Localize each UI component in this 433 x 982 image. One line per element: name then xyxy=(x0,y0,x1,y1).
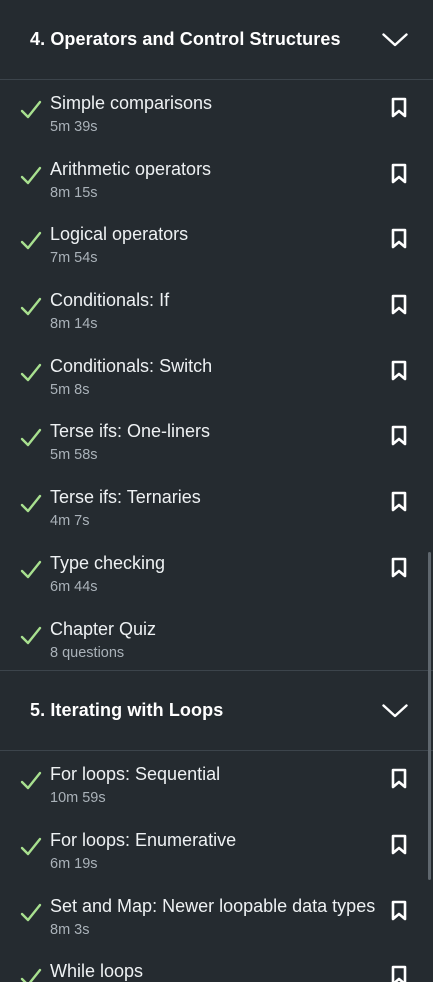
item-duration: 5m 8s xyxy=(50,381,90,398)
item-title: Conditionals: Switch xyxy=(50,355,213,376)
chapter-title: 4. Operators and Control Structures xyxy=(30,29,341,49)
checkmark-icon xyxy=(20,626,42,646)
item-duration: 5m 58s xyxy=(50,447,98,464)
list-item[interactable]: Arithmetic operators 8m 15s xyxy=(0,146,433,212)
item-title: Arithmetic operators xyxy=(50,158,212,179)
item-title: For loops: Sequential xyxy=(50,764,221,785)
item-title: While loops xyxy=(50,961,144,982)
checkmark-icon xyxy=(20,428,42,448)
bookmark-icon[interactable] xyxy=(390,768,408,790)
item-title: Set and Map: Newer loopable data types xyxy=(50,895,376,916)
list-item[interactable]: Simple comparisons 5m 39s xyxy=(0,80,433,146)
item-duration: 8m 15s xyxy=(50,184,98,201)
list-item[interactable]: For loops: Enumerative 6m 19s xyxy=(0,817,433,883)
bookmark-icon[interactable] xyxy=(390,163,408,185)
item-duration: 7m 54s xyxy=(50,250,98,267)
list-item[interactable]: Set and Map: Newer loopable data types 8… xyxy=(0,883,433,949)
checkmark-icon xyxy=(20,297,42,317)
list-item[interactable]: Type checking 6m 44s xyxy=(0,540,433,606)
item-title: Chapter Quiz xyxy=(50,618,157,639)
list-item[interactable]: For loops: Sequential 10m 59s xyxy=(0,751,433,817)
item-title: For loops: Enumerative xyxy=(50,829,237,850)
checkmark-icon xyxy=(20,560,42,580)
list-item[interactable]: Terse ifs: One-liners 5m 58s xyxy=(0,408,433,474)
list-item[interactable]: Conditionals: If 8m 14s xyxy=(0,277,433,343)
bookmark-icon[interactable] xyxy=(390,425,408,447)
list-item[interactable]: Chapter Quiz 8 questions xyxy=(0,606,433,672)
item-title: Terse ifs: One-liners xyxy=(50,421,211,442)
bookmark-icon[interactable] xyxy=(390,97,408,119)
chapter-title: 5. Iterating with Loops xyxy=(30,700,224,721)
item-duration: 8m 3s xyxy=(50,921,90,938)
list-item[interactable]: Conditionals: Switch 5m 8s xyxy=(0,343,433,409)
bookmark-icon[interactable] xyxy=(390,360,408,382)
scrollbar-thumb[interactable] xyxy=(428,552,431,880)
bookmark-icon[interactable] xyxy=(390,834,408,856)
checkmark-icon xyxy=(20,837,42,857)
item-title: Logical operators xyxy=(50,224,189,245)
checkmark-icon xyxy=(20,166,42,186)
chevron-down-icon[interactable] xyxy=(381,30,409,50)
list-item[interactable]: Logical operators 7m 54s xyxy=(0,211,433,277)
checkmark-icon xyxy=(20,100,42,120)
chapter-4: 4. Operators and Control Structures Simp… xyxy=(0,0,433,672)
item-duration: 6m 19s xyxy=(50,855,98,872)
bookmark-icon[interactable] xyxy=(390,491,408,513)
bookmark-icon[interactable] xyxy=(390,900,408,922)
chapter-header[interactable]: 4. Operators and Control Structures xyxy=(0,0,433,80)
list-item[interactable]: Terse ifs: Ternaries 4m 7s xyxy=(0,474,433,540)
item-duration: 5m 39s xyxy=(50,119,98,135)
checkmark-icon xyxy=(20,968,42,982)
item-duration: 6m 44s xyxy=(50,578,98,595)
item-question-count: 8 questions xyxy=(50,644,125,661)
bookmark-icon[interactable] xyxy=(390,228,408,250)
item-duration: 10m 59s xyxy=(50,790,106,807)
item-title: Type checking xyxy=(50,552,166,573)
item-title: Simple comparisons xyxy=(50,93,213,113)
bookmark-icon[interactable] xyxy=(390,294,408,316)
chevron-down-icon[interactable] xyxy=(381,701,409,721)
item-title: Conditionals: If xyxy=(50,290,170,311)
item-title: Terse ifs: Ternaries xyxy=(50,487,201,508)
checkmark-icon xyxy=(20,494,42,514)
checkmark-icon xyxy=(20,771,42,791)
item-duration: 8m 14s xyxy=(50,316,98,333)
bookmark-icon[interactable] xyxy=(390,965,408,982)
course-contents-panel: 4. Operators and Control Structures Simp… xyxy=(0,0,433,982)
checkmark-icon xyxy=(20,231,42,251)
bookmark-icon[interactable] xyxy=(390,557,408,579)
list-item[interactable]: While loops xyxy=(0,948,433,982)
checkmark-icon xyxy=(20,903,42,923)
chapter-header[interactable]: 5. Iterating with Loops xyxy=(0,671,433,752)
item-duration: 4m 7s xyxy=(50,513,90,530)
checkmark-icon xyxy=(20,363,42,383)
chapter-5: 5. Iterating with Loops For loops: Seque… xyxy=(0,671,433,982)
